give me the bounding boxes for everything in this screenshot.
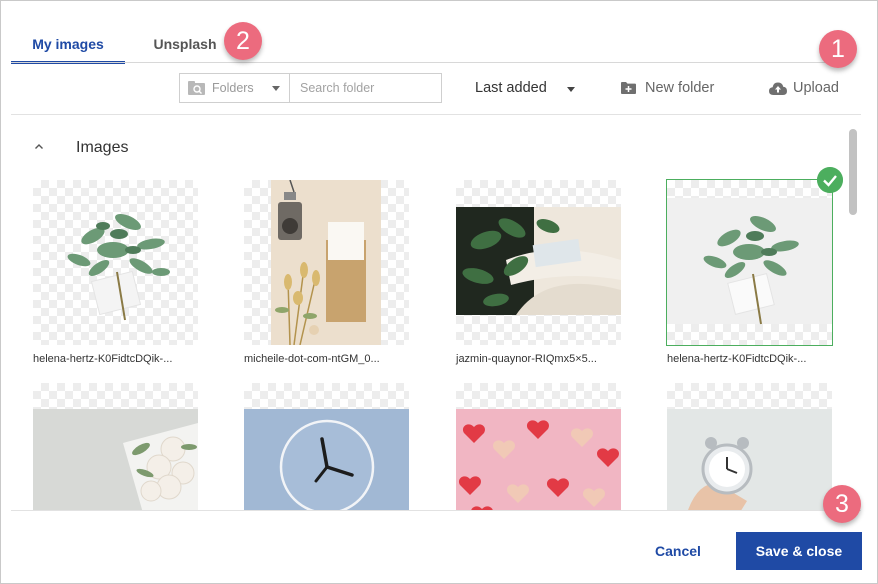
- bouquet-image: [667, 198, 832, 325]
- folders-dropdown[interactable]: Folders: [179, 73, 290, 103]
- image-thumbnail[interactable]: [456, 180, 621, 345]
- image-thumbnail[interactable]: [666, 179, 833, 346]
- tab-unsplash[interactable]: Unsplash: [135, 29, 235, 64]
- bouquet-image: [67, 213, 170, 321]
- image-thumbnail[interactable]: [244, 180, 409, 345]
- image-thumbnail[interactable]: [33, 180, 198, 345]
- search-folder-input[interactable]: [290, 73, 442, 103]
- image-caption: micheile-dot-com-ntGM_0...: [244, 353, 380, 365]
- image-caption: jazmin-quaynor-RIQmx5×5...: [456, 353, 597, 365]
- section-title: Images: [76, 139, 129, 156]
- leaves-fabric-image: [456, 207, 621, 315]
- toolbar-divider: [11, 114, 861, 115]
- callout-badge-1: 1: [819, 30, 857, 68]
- folders-label: Folders: [212, 81, 254, 95]
- new-folder-label: New folder: [645, 80, 715, 96]
- chevron-up-icon[interactable]: [34, 142, 44, 152]
- cancel-button[interactable]: Cancel: [641, 533, 715, 569]
- cloud-upload-icon: [769, 82, 787, 95]
- image-grid: helena-hertz-K0FidtcDQik-... micheile-do…: [11, 166, 846, 510]
- tab-my-images[interactable]: My images: [11, 29, 125, 64]
- callout-badge-2: 2: [224, 22, 262, 60]
- tab-bar: My images Unsplash: [11, 29, 871, 64]
- caret-down-icon: [272, 86, 280, 91]
- scrollbar-thumb[interactable]: [849, 129, 857, 215]
- folder-plus-icon: [621, 82, 636, 94]
- tabs-divider: [11, 62, 851, 63]
- footer-divider: [11, 510, 861, 511]
- hearts-image: [456, 409, 621, 510]
- sort-dropdown[interactable]: Last added: [475, 73, 547, 103]
- clock-image: [244, 409, 409, 510]
- save-and-close-button[interactable]: Save & close: [736, 532, 862, 570]
- upload-label: Upload: [793, 80, 839, 96]
- camera-envelope-image: [271, 180, 381, 345]
- image-picker-dialog: My images Unsplash 2 1 Folders Last adde…: [0, 0, 878, 584]
- image-caption: helena-hertz-K0FidtcDQik-...: [667, 353, 807, 365]
- white-roses-image: [33, 409, 198, 510]
- image-thumbnail[interactable]: [33, 383, 198, 510]
- selected-check-icon: [817, 167, 843, 193]
- image-caption: helena-hertz-K0FidtcDQik-...: [33, 353, 173, 365]
- image-thumbnail[interactable]: [667, 383, 832, 510]
- image-thumbnail[interactable]: [244, 383, 409, 510]
- image-thumbnail[interactable]: [456, 383, 621, 510]
- alarm-clock-hand-image: [667, 409, 832, 510]
- folder-search-icon: [188, 81, 205, 95]
- callout-badge-3: 3: [823, 485, 861, 523]
- caret-down-icon[interactable]: [567, 87, 575, 92]
